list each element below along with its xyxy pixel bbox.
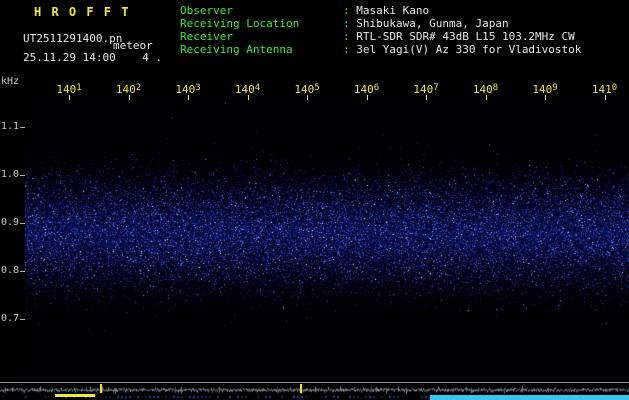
time-tick-digit: 9 [552, 83, 558, 93]
info-row: Receiver: RTL-SDR SDR# 43dB L15 103.2MHz… [180, 30, 581, 43]
freq-tick-label: 0.8 [1, 265, 20, 276]
app-title: H R O F F T [34, 5, 130, 19]
time-tick-digit: 3 [195, 83, 201, 93]
info-colon: : [343, 43, 357, 56]
info-label: Receiver [180, 30, 233, 43]
time-tick-base: 140 [472, 83, 493, 96]
info-value: RTL-SDR SDR# 43dB L15 103.2MHz CW [356, 30, 575, 43]
separator-line [0, 382, 629, 383]
time-tick-base: 140 [353, 83, 374, 96]
info-colon: : [343, 4, 357, 17]
time-tick-base: 140 [115, 83, 136, 96]
info-colon: : [343, 30, 357, 43]
time-tick-digit: 7 [433, 83, 439, 93]
freq-tick-label: 0.7 [1, 313, 20, 324]
info-label: Observer [180, 4, 233, 17]
time-tick-base: 140 [175, 83, 196, 96]
time-tick-base: 141 [591, 83, 612, 96]
time-tick-digit: 6 [373, 83, 380, 93]
freq-tick-label: 1.1 [1, 121, 20, 132]
time-tick-digit: 2 [135, 83, 142, 93]
freq-axis-unit: kHz [1, 76, 20, 87]
time-tick-digit: 5 [314, 83, 320, 93]
minute-event-marker [100, 384, 102, 393]
spectrogram-canvas [25, 100, 629, 382]
info-colon: : [343, 17, 357, 30]
time-tick-digit: 1 [76, 83, 82, 93]
time-tick-digit: 8 [492, 83, 499, 93]
time-tick-base: 140 [56, 83, 77, 96]
time-tick-base: 140 [532, 83, 553, 96]
time-tick-base: 140 [294, 83, 315, 96]
time-tick-digit: 0 [611, 83, 618, 93]
time-tick-base: 140 [413, 83, 434, 96]
info-row: Observer: Masaki Kano [180, 4, 581, 17]
bottom-bar [0, 393, 629, 400]
info-value: Masaki Kano [356, 4, 430, 17]
hrofft-screen: H R O F F T UT2511291400.pn meteor 25.11… [0, 0, 629, 400]
freq-tick-label: 0.9 [1, 217, 20, 228]
info-row: Receiving Antenna: 3el Yagi(V) Az 330 fo… [180, 43, 581, 56]
info-row: Receiving Location: Shibukawa, Gunma, Ja… [180, 17, 581, 30]
info-value: 3el Yagi(V) Az 330 for Vladivostok [356, 43, 582, 56]
receiver-info: Observer: Masaki Kano Receiving Location:… [180, 4, 581, 56]
info-label: Receiving Antenna [180, 43, 293, 56]
freq-tick-label: 1.0 [1, 169, 20, 180]
info-value: Shibukawa, Gunma, Japan [356, 17, 509, 30]
time-tick-base: 140 [234, 83, 255, 96]
time-tick-digit: 4 [254, 83, 261, 93]
minute-event-marker [300, 384, 302, 393]
bottom-cyan-segment [430, 395, 629, 400]
info-label: Receiving Location [180, 17, 300, 30]
datetime-line: 25.11.29 14:00 4 . [23, 51, 163, 64]
output-filename: UT2511291400.pn [23, 32, 123, 45]
bottom-yellow-segment [55, 394, 95, 397]
